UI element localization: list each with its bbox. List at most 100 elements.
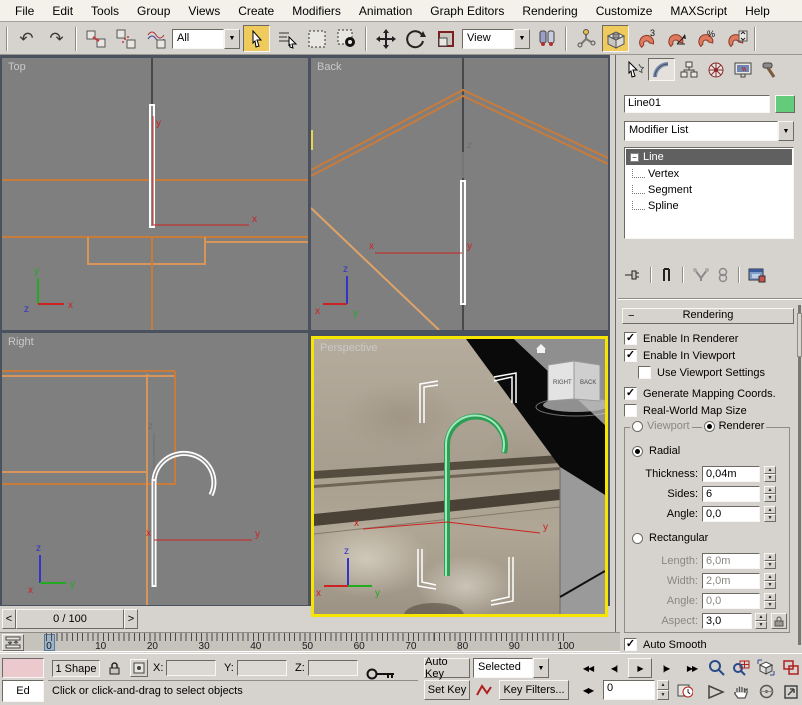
menu-edit[interactable]: Edit [43,1,82,21]
field-of-view-icon[interactable] [704,681,728,702]
length-spinner[interactable]: ▲▼ [764,553,776,569]
checkbox-auto-smooth[interactable]: ✓ Auto Smooth [624,638,707,651]
stack-item-vertex[interactable]: Vertex [626,165,792,181]
thickness-field[interactable]: 0,04m [702,466,760,482]
rendering-rollout-header[interactable]: − Rendering [622,308,794,324]
select-and-move-icon[interactable] [372,25,399,52]
stack-item-line[interactable]: − Line [626,149,792,165]
panel-scrollbar-thumb[interactable] [797,313,802,357]
select-and-scale-icon[interactable] [432,25,459,52]
stack-item-segment[interactable]: Segment [626,181,792,197]
tab-utilities[interactable] [756,58,783,81]
arc-rotate-icon[interactable] [754,681,778,702]
key-mode-dropdown[interactable]: Selected ▼ [473,658,549,678]
thickness-spinner[interactable]: ▲▼ [764,466,776,482]
previous-frame-button[interactable]: ◀| [603,658,625,678]
checkbox-generate-mapping-coords[interactable]: ✓ Generate Mapping Coords. [624,387,776,400]
default-in-out-tangents-icon[interactable] [473,680,495,700]
width-spinner[interactable]: ▲▼ [764,573,776,589]
menu-file[interactable]: File [6,1,43,21]
mini-curve-editor-icon[interactable] [2,634,24,651]
select-by-name-icon[interactable] [273,25,300,52]
radio-renderer[interactable]: Renderer [702,420,767,432]
tab-display[interactable] [729,58,756,81]
set-keys-key-icon[interactable] [364,662,398,686]
absolute-offset-toggle-icon[interactable] [130,659,148,677]
remove-modifier-icon[interactable] [716,267,730,283]
stack-item-spline[interactable]: Spline [626,197,792,213]
zoom-icon[interactable] [704,657,728,678]
checkbox-real-world-map-size[interactable]: Real-World Map Size [624,404,747,417]
viewport-top[interactable]: Top y x y x z [2,58,308,330]
menu-tools[interactable]: Tools [82,1,128,21]
maxscript-listener-field[interactable]: Ed [2,680,44,702]
checkbox-icon[interactable]: ✓ [624,387,637,400]
snaps-toggle-button[interactable] [602,25,629,52]
time-configuration-icon[interactable] [673,680,697,700]
viewport-top-label[interactable]: Top [8,61,26,73]
tab-modify[interactable] [648,58,675,81]
angle-snap-icon[interactable] [662,25,689,52]
checkbox-icon[interactable] [624,404,637,417]
menu-rendering[interactable]: Rendering [513,1,586,21]
undo-icon[interactable]: ↶ [13,25,40,52]
spinner-snap-icon[interactable] [722,25,749,52]
menu-maxscript[interactable]: MAXScript [661,1,736,21]
reference-coordinate-dropdown[interactable]: View ▼ [462,29,530,49]
menu-views[interactable]: Views [179,1,229,21]
window-crossing-toggle-icon[interactable] [333,25,360,52]
sides-spinner[interactable]: ▲▼ [764,486,776,502]
pin-stack-icon[interactable] [622,267,642,283]
rect-angle-field[interactable]: 0,0 [702,593,760,609]
radio-icon[interactable] [632,533,643,544]
object-name-field[interactable]: Line01 [624,95,770,113]
selection-lock-icon[interactable] [104,658,124,678]
menu-graph-editors[interactable]: Graph Editors [421,1,513,21]
frame-spinner[interactable]: ▲▼ [657,680,669,700]
menu-group[interactable]: Group [128,1,179,21]
menu-animation[interactable]: Animation [350,1,421,21]
tab-hierarchy[interactable] [675,58,702,81]
checkbox-enable-in-viewport[interactable]: ✓ Enable In Viewport [624,349,735,362]
time-slider-prev-button[interactable]: < [2,609,16,629]
make-unique-icon[interactable] [692,267,710,283]
key-filters-button[interactable]: Key Filters... [499,680,569,700]
z-coord-field[interactable] [308,660,358,676]
viewport-perspective[interactable]: Perspective RIGHT BACK [311,336,608,617]
current-frame-field[interactable]: 0 [603,680,655,700]
chevron-down-icon[interactable]: ▼ [533,658,549,678]
show-end-result-icon[interactable] [660,267,674,283]
tab-motion[interactable] [702,58,729,81]
select-object-button[interactable] [243,25,270,52]
play-button[interactable]: ▶ [628,658,652,678]
checkbox-enable-in-renderer[interactable]: ✓ Enable In Renderer [624,332,738,345]
radio-rectangular[interactable]: Rectangular [632,532,708,544]
redo-icon[interactable]: ↷ [43,25,70,52]
sides-field[interactable]: 6 [702,486,760,502]
y-coord-field[interactable] [237,660,287,676]
viewport-perspective-label[interactable]: Perspective [320,342,377,354]
length-field[interactable]: 6,0m [702,553,760,569]
pan-hand-icon[interactable] [729,681,753,702]
selection-filter-dropdown[interactable]: All ▼ [172,29,240,49]
aspect-lock-icon[interactable] [771,613,787,629]
percent-snap-icon[interactable]: % [692,25,719,52]
modifier-stack[interactable]: − Line Vertex Segment Spline [624,147,794,239]
time-slider-next-button[interactable]: > [124,609,138,629]
object-color-swatch[interactable] [775,95,795,113]
select-and-rotate-icon[interactable] [402,25,429,52]
checkbox-icon[interactable]: ✓ [624,349,637,362]
menu-help[interactable]: Help [736,1,779,21]
rectangular-selection-region-icon[interactable] [303,25,330,52]
chevron-down-icon[interactable]: ▼ [778,121,794,141]
select-and-manipulate-icon[interactable] [572,25,599,52]
radio-icon[interactable] [632,446,643,457]
menu-create[interactable]: Create [229,1,283,21]
checkbox-icon[interactable]: ✓ [624,332,637,345]
zoom-all-icon[interactable] [729,657,753,678]
track-bar[interactable]: 0102030405060708090100 [0,632,620,652]
viewport-right-label[interactable]: Right [8,336,34,348]
time-slider-handle[interactable]: 0 / 100 [16,609,124,629]
viewport-right[interactable]: Right z x y z y x [2,333,308,605]
angle-spinner[interactable]: ▲▼ [764,506,776,522]
